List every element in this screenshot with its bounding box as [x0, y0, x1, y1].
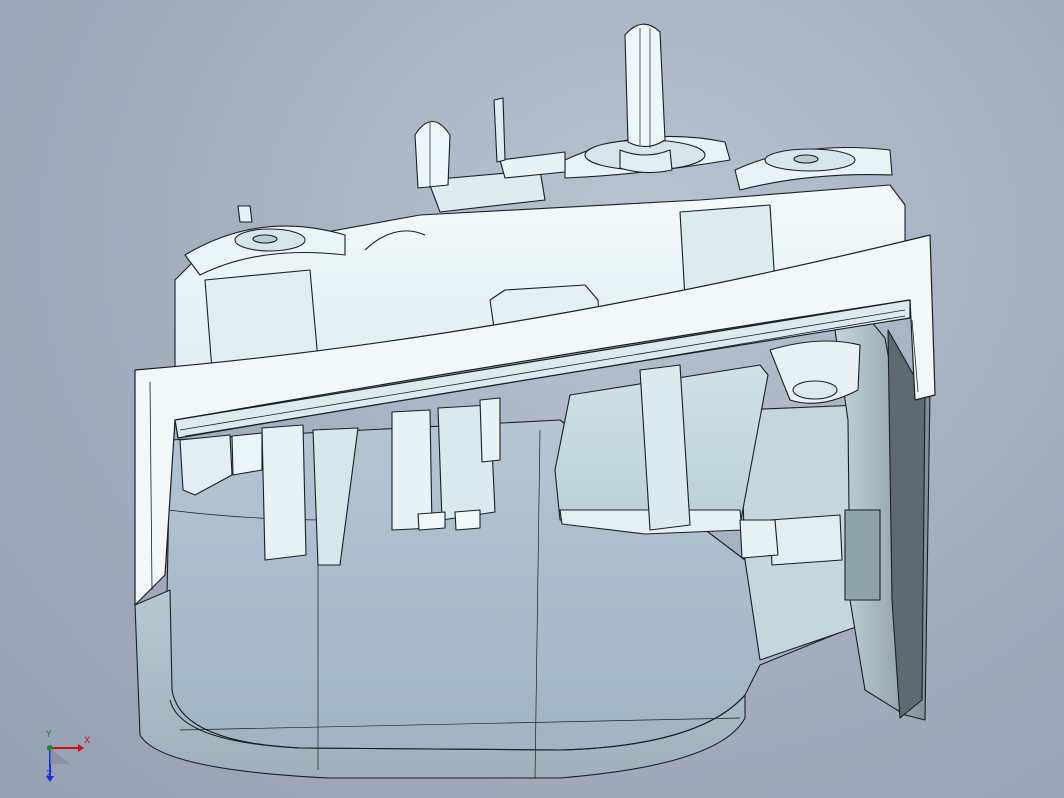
graphics-viewport[interactable]: X Y Z	[0, 0, 1064, 798]
3d-model-view[interactable]	[0, 0, 1064, 798]
y-axis-label: Y	[46, 730, 52, 740]
x-axis-label: X	[84, 736, 91, 746]
z-axis-label: Z	[46, 770, 53, 780]
coordinate-triad: X Y Z	[38, 730, 98, 790]
